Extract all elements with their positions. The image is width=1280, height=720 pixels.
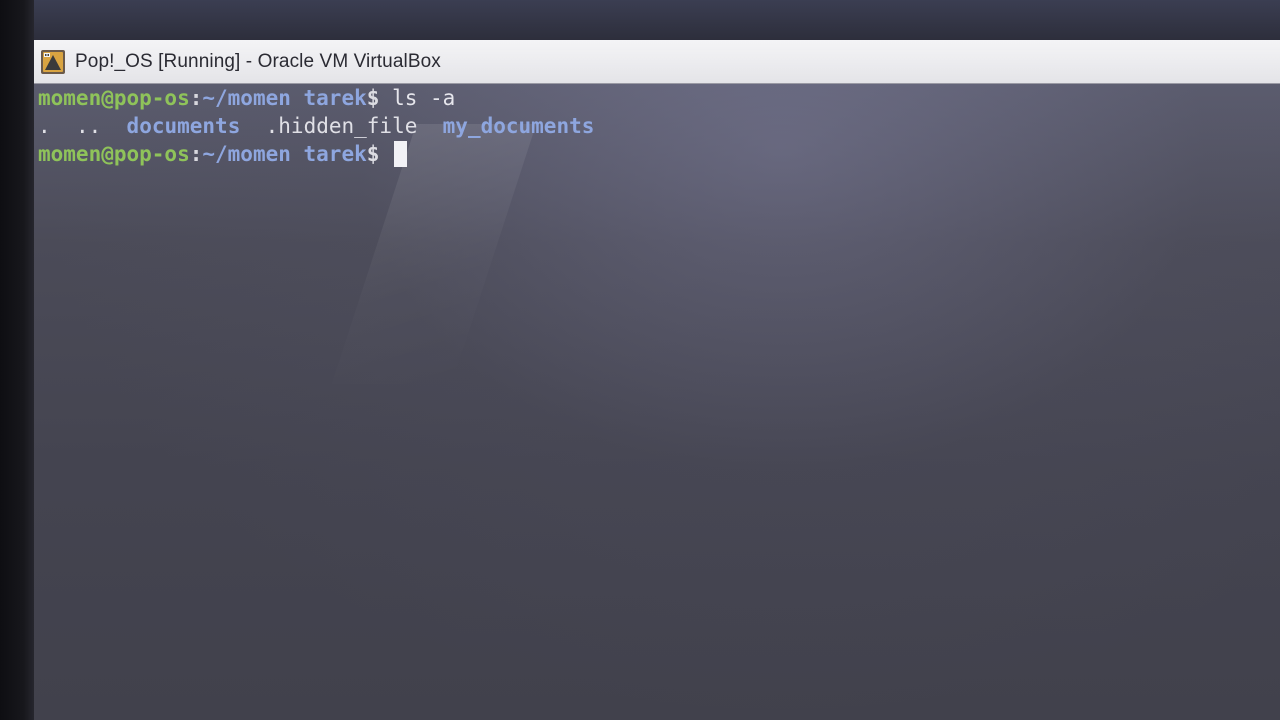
window-titlebar[interactable]: Pop!_OS [Running] - Oracle VM VirtualBox [34, 40, 1280, 84]
prompt-path: ~/momen tarek [202, 86, 367, 110]
prompt-separator: : [189, 86, 203, 110]
terminal-output-line: . .. documents .hidden_file my_documents [38, 112, 1280, 140]
ls-entry-documents: documents [126, 114, 241, 138]
terminal-line-1: momen@pop-os:~/momen tarek$ ls -a [38, 84, 1280, 112]
prompt-user-host: momen@pop-os [38, 142, 190, 166]
virtualbox-icon [40, 49, 66, 75]
ls-entry-hidden-file: .hidden_file [265, 114, 418, 138]
ls-entry-dot: . [38, 114, 51, 138]
monitor-bezel [0, 0, 34, 720]
ls-entry-dotdot: .. [75, 114, 102, 138]
terminal-command: ls -a [392, 86, 456, 110]
prompt-path: ~/momen tarek [202, 142, 367, 166]
terminal-cursor [394, 141, 408, 167]
prompt-user-host: momen@pop-os [38, 86, 190, 110]
window-title: Pop!_OS [Running] - Oracle VM VirtualBox [75, 50, 441, 72]
ls-entry-my-documents: my_documents [442, 114, 595, 138]
terminal-line-3: momen@pop-os:~/momen tarek$ [38, 140, 1280, 168]
prompt-separator: : [189, 142, 203, 166]
photo-frame: Pop!_OS [Running] - Oracle VM VirtualBox… [0, 0, 1280, 720]
terminal-area[interactable]: momen@pop-os:~/momen tarek$ ls -a . .. d… [34, 84, 1280, 720]
virtualbox-window: Pop!_OS [Running] - Oracle VM VirtualBox… [34, 40, 1280, 720]
prompt-dollar: $ [366, 142, 380, 166]
prompt-dollar: $ [366, 86, 380, 110]
